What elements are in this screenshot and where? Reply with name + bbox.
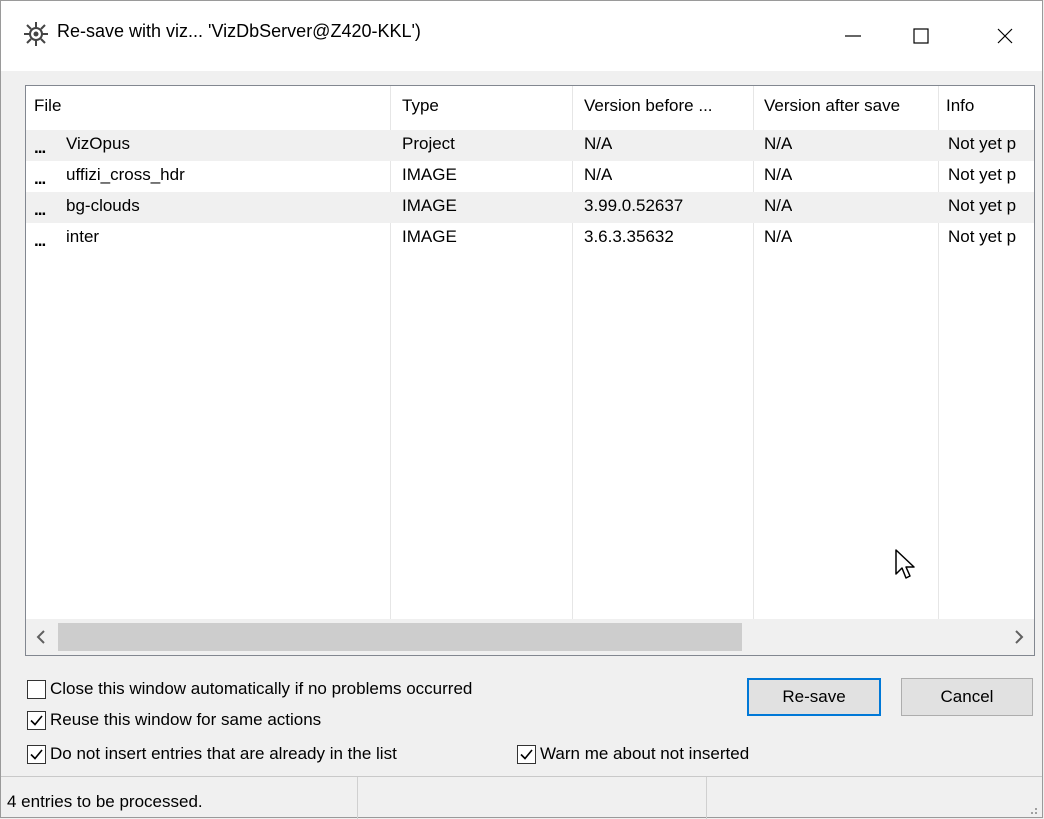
cell-info: Not yet p [948,227,1017,246]
cell-version-after: N/A [764,165,793,184]
checkbox-label: Do not insert entries that are already i… [50,744,397,763]
cell-version-before: N/A [584,165,613,184]
column-header-version-before[interactable]: Version before ... [584,96,713,116]
status-text: 4 entries to be processed. [7,792,203,811]
mouse-cursor-icon [895,549,915,579]
minimize-button[interactable] [819,1,887,71]
cell-version-before: 3.6.3.35632 [584,227,674,246]
status-panel [358,777,707,819]
minimize-icon [845,35,861,37]
row-marker: ... [34,138,46,157]
checkbox-box[interactable] [517,744,536,764]
column-header-type[interactable]: Type [402,96,439,116]
file-list[interactable]: File Type Version before ... Version aft… [25,85,1035,656]
scroll-right-arrow-icon[interactable] [1004,619,1034,655]
window-title: Re-save with viz... 'VizDbServer@Z420-KK… [57,21,421,41]
table-row[interactable]: ... VizOpus Project N/A N/A Not yet p [26,130,1034,161]
cell-version-after: N/A [764,227,793,246]
no-duplicates-checkbox[interactable]: Do not insert entries that are already i… [27,744,397,764]
maximize-button[interactable] [887,1,955,71]
close-automatically-checkbox[interactable]: Close this window automatically if no pr… [27,679,472,699]
maximize-icon [913,28,929,44]
cell-version-after: N/A [764,134,793,153]
title-bar[interactable]: Re-save with viz... 'VizDbServer@Z420-KK… [1,1,1042,71]
cell-version-before: 3.99.0.52637 [584,196,684,215]
cell-file: inter [66,227,100,246]
gear-icon [24,22,48,46]
table-row[interactable]: ... bg-clouds IMAGE 3.99.0.52637 N/A Not… [26,192,1034,223]
cell-file: bg-clouds [66,196,140,215]
resize-grip-icon[interactable] [1026,803,1038,815]
column-header-info[interactable]: Info [946,96,974,116]
cell-type: IMAGE [402,227,457,246]
close-button[interactable] [971,1,1039,71]
checkbox-box[interactable] [27,710,46,730]
checkbox-box[interactable] [27,744,46,764]
checkmark-icon [30,748,43,760]
row-marker: ... [34,200,46,219]
checkbox-label: Warn me about not inserted [540,744,750,763]
cell-file: uffizi_cross_hdr [66,165,185,184]
close-icon [997,28,1013,44]
column-header-file[interactable]: File [34,96,61,116]
cell-info: Not yet p [948,134,1017,153]
scroll-left-arrow-icon[interactable] [26,619,56,655]
column-header-version-after[interactable]: Version after save [764,96,900,116]
horizontal-scrollbar[interactable] [26,619,1034,655]
row-marker: ... [34,231,46,250]
checkbox-box[interactable] [27,679,46,699]
reuse-window-checkbox[interactable]: Reuse this window for same actions [27,710,321,730]
cell-type: IMAGE [402,165,457,184]
checkbox-label: Close this window automatically if no pr… [50,679,473,698]
cell-type: IMAGE [402,196,457,215]
cell-type: Project [402,134,455,153]
status-panel: 4 entries to be processed. [1,777,358,819]
table-row[interactable]: ... inter IMAGE 3.6.3.35632 N/A Not yet … [26,223,1034,254]
cell-version-before: N/A [584,134,613,153]
cell-version-after: N/A [764,196,793,215]
checkmark-icon [520,748,533,760]
cell-file: VizOpus [66,134,130,153]
warn-not-inserted-checkbox[interactable]: Warn me about not inserted [517,744,749,764]
scrollbar-thumb[interactable] [58,623,742,651]
row-marker: ... [34,169,46,188]
status-bar: 4 entries to be processed. [1,776,1042,819]
cell-info: Not yet p [948,196,1017,215]
resave-dialog: Re-save with viz... 'VizDbServer@Z420-KK… [0,0,1043,819]
checkmark-icon [30,714,43,726]
table-row[interactable]: ... uffizi_cross_hdr IMAGE N/A N/A Not y… [26,161,1034,192]
list-header: File Type Version before ... Version aft… [26,86,1034,128]
checkbox-label: Reuse this window for same actions [50,710,322,729]
cancel-button[interactable]: Cancel [901,678,1033,716]
cell-info: Not yet p [948,165,1017,184]
resave-button[interactable]: Re-save [747,678,881,716]
